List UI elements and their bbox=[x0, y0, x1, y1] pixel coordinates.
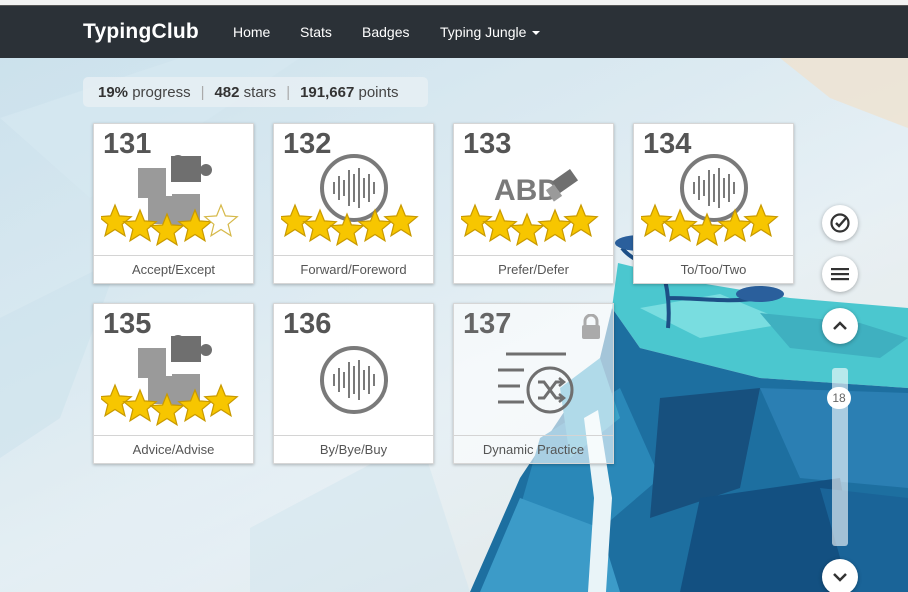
top-navbar: TypingClub Home Stats Badges Typing Jung… bbox=[0, 6, 908, 58]
star-rating bbox=[641, 203, 779, 247]
star-rating bbox=[281, 203, 419, 247]
points-label: points bbox=[358, 83, 399, 101]
lesson-card-131[interactable]: 131 Accept/Except bbox=[93, 123, 254, 284]
check-badge-icon bbox=[830, 213, 850, 233]
star-filled-icon bbox=[509, 212, 545, 247]
star-filled-icon bbox=[177, 208, 213, 243]
star-filled-icon bbox=[641, 203, 673, 238]
scroll-down-button[interactable] bbox=[822, 559, 858, 592]
star-filled-icon bbox=[149, 392, 185, 427]
star-filled-icon bbox=[101, 383, 133, 418]
chevron-down-icon bbox=[833, 573, 847, 582]
star-filled-icon bbox=[281, 203, 313, 238]
star-filled-icon bbox=[203, 383, 239, 418]
star-filled-icon bbox=[461, 203, 493, 238]
divider: | bbox=[286, 83, 291, 101]
shuffle-list-icon bbox=[498, 352, 574, 414]
star-filled-icon bbox=[743, 203, 779, 238]
lesson-title: Advice/Advise bbox=[94, 435, 253, 463]
nav-course-label: Typing Jungle bbox=[440, 24, 527, 40]
star-filled-icon bbox=[563, 203, 599, 238]
lesson-card-135[interactable]: 135 Advice/Advise bbox=[93, 303, 254, 464]
check-progress-button[interactable] bbox=[822, 205, 858, 241]
lesson-card-137[interactable]: 137 Dynamic Practice bbox=[453, 303, 614, 464]
lesson-title: Accept/Except bbox=[94, 255, 253, 283]
star-filled-icon bbox=[329, 212, 365, 247]
nav-stats-link[interactable]: Stats bbox=[300, 24, 332, 40]
stars-label: stars bbox=[243, 83, 277, 101]
menu-icon bbox=[831, 268, 849, 281]
nav-course-dropdown[interactable]: Typing Jungle bbox=[440, 24, 541, 40]
star-filled-icon bbox=[357, 208, 393, 243]
star-empty-icon bbox=[203, 203, 239, 238]
star-filled-icon bbox=[149, 212, 185, 247]
lesson-card-132[interactable]: 132 Forward/Foreword bbox=[273, 123, 434, 284]
star-filled-icon bbox=[101, 203, 133, 238]
audio-wave-icon bbox=[320, 346, 388, 414]
lesson-title: Prefer/Defer bbox=[454, 255, 613, 283]
level-scroll-thumb[interactable]: 18 bbox=[827, 387, 851, 409]
star-filled-icon bbox=[383, 203, 419, 238]
lesson-title: Forward/Foreword bbox=[274, 255, 433, 283]
star-rating bbox=[101, 383, 239, 427]
star-filled-icon bbox=[537, 208, 573, 243]
divider: | bbox=[200, 83, 205, 101]
star-rating bbox=[461, 203, 599, 247]
brand-logo[interactable]: TypingClub bbox=[83, 20, 199, 44]
chevron-up-icon bbox=[833, 321, 847, 330]
lesson-card-134[interactable]: 134 To/Too/Two bbox=[633, 123, 794, 284]
caret-down-icon bbox=[532, 31, 541, 36]
lesson-card-133[interactable]: 133 ABD Prefer/Defer bbox=[453, 123, 614, 284]
scroll-up-button[interactable] bbox=[822, 308, 858, 344]
lesson-title: To/Too/Two bbox=[634, 255, 793, 283]
stars-count: 482 bbox=[214, 83, 240, 101]
star-filled-icon bbox=[717, 208, 753, 243]
nav-badges-link[interactable]: Badges bbox=[362, 24, 409, 40]
points-count: 191,667 bbox=[300, 83, 355, 101]
progress-summary: 19% progress | 482 stars | 191,667 point… bbox=[83, 77, 428, 107]
menu-button[interactable] bbox=[822, 256, 858, 292]
lesson-title: By/Bye/Buy bbox=[274, 435, 433, 463]
progress-percent-label: progress bbox=[132, 83, 191, 101]
nav-home-link[interactable]: Home bbox=[233, 24, 270, 40]
progress-percent: 19% bbox=[98, 83, 129, 101]
lesson-title: Dynamic Practice bbox=[454, 435, 613, 463]
star-rating bbox=[101, 203, 239, 247]
lesson-card-136[interactable]: 136 By/Bye/Buy bbox=[273, 303, 434, 464]
star-filled-icon bbox=[689, 212, 725, 247]
star-filled-icon bbox=[177, 388, 213, 423]
